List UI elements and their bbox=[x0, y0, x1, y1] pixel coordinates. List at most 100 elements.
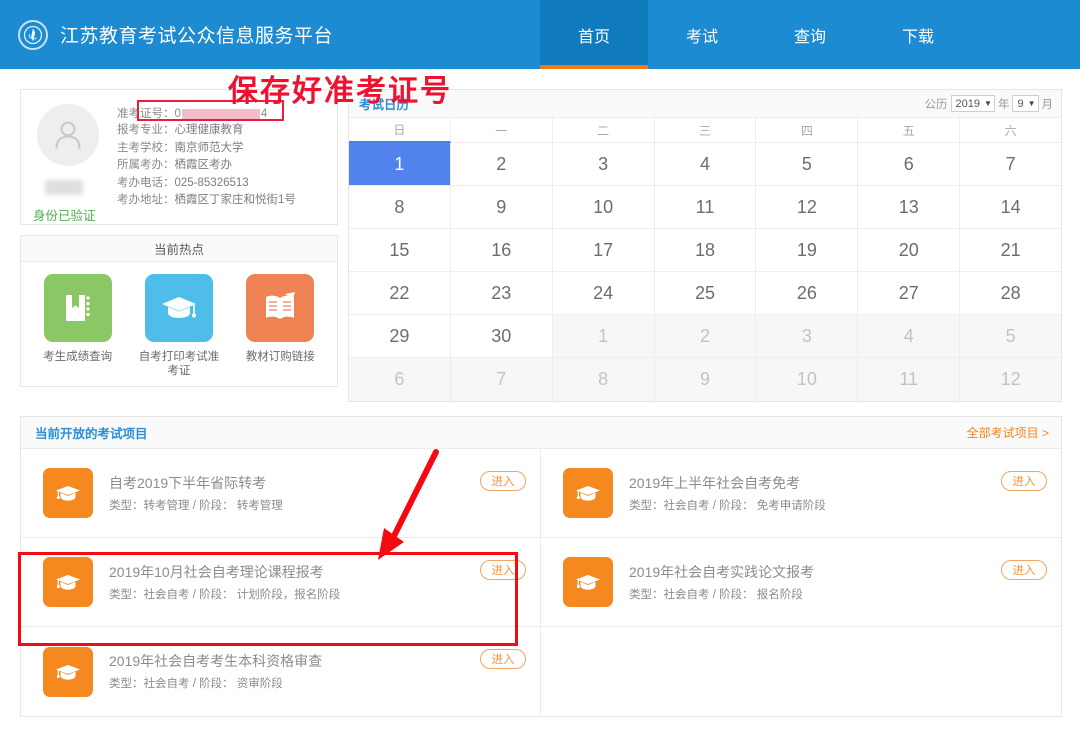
calendar-day[interactable]: 9 bbox=[450, 186, 553, 229]
calendar-day-other-month[interactable]: 7 bbox=[450, 358, 553, 401]
calendar-day[interactable]: 13 bbox=[858, 186, 961, 229]
calendar-day-other-month[interactable]: 1 bbox=[552, 315, 655, 358]
calendar-day-other-month[interactable]: 3 bbox=[756, 315, 859, 358]
month-unit-label: 月 bbox=[1041, 98, 1054, 111]
calendar-day[interactable]: 5 bbox=[756, 143, 859, 186]
calendar-day[interactable]: 12 bbox=[756, 186, 859, 229]
hot-topics-list: 考生成绩查询 自考打印考试准考证 教材订购链接 bbox=[21, 262, 337, 386]
calendar-day[interactable]: 4 bbox=[654, 143, 757, 186]
calendar-day[interactable]: 3 bbox=[552, 143, 655, 186]
hot-topic-label: 考生成绩查询 bbox=[43, 351, 113, 363]
calendar-day[interactable]: 30 bbox=[450, 315, 553, 358]
exam-calendar-card: 考试日历 公历 2019 ▼ 年 9 ▼ 月 日 一 二 三 四 五 六 1 2… bbox=[348, 89, 1062, 402]
nav-item-download[interactable]: 下载 bbox=[864, 0, 972, 69]
project-meta: 类型：社会自考 / 阶段： 资审阶段 bbox=[109, 678, 283, 690]
project-row-highlighted[interactable]: 2019年10月社会自考理论课程报考 类型：社会自考 / 阶段： 计划阶段，报名… bbox=[21, 538, 541, 627]
calendar-day[interactable]: 17 bbox=[552, 229, 655, 272]
calendar-day-other-month[interactable]: 4 bbox=[858, 315, 961, 358]
graduation-cap-icon bbox=[43, 646, 93, 697]
calendar-day[interactable]: 6 bbox=[858, 143, 961, 186]
info-value-office: 栖霞区考办 bbox=[174, 159, 233, 171]
info-value-address: 栖霞区丁家庄和悦街1号 bbox=[174, 194, 296, 206]
calendar-day[interactable]: 18 bbox=[654, 229, 757, 272]
calendar-day[interactable]: 26 bbox=[756, 272, 859, 315]
calendar-day[interactable]: 2 bbox=[450, 143, 553, 186]
enter-button[interactable]: 进入 bbox=[1001, 471, 1047, 491]
calendar-day[interactable]: 14 bbox=[960, 186, 1062, 229]
weekday-thu: 四 bbox=[756, 118, 859, 143]
calendar-week-row: 29 30 1 2 3 4 5 bbox=[349, 315, 1062, 358]
projects-header: 当前开放的考试项目 全部考试项目 > bbox=[21, 417, 1061, 449]
hot-topic-score-query[interactable]: 考生成绩查询 bbox=[27, 274, 128, 378]
calendar-day[interactable]: 23 bbox=[450, 272, 553, 315]
calendar-day[interactable]: 10 bbox=[552, 186, 655, 229]
calendar-day[interactable]: 25 bbox=[654, 272, 757, 315]
right-column: 考试日历 公历 2019 ▼ 年 9 ▼ 月 日 一 二 三 四 五 六 1 2… bbox=[348, 89, 1062, 402]
calendar-day[interactable]: 27 bbox=[858, 272, 961, 315]
calendar-day[interactable]: 7 bbox=[960, 143, 1062, 186]
calendar-day-other-month[interactable]: 6 bbox=[349, 358, 451, 401]
calendar-day-other-month[interactable]: 8 bbox=[552, 358, 655, 401]
calendar-type-label: 公历 bbox=[924, 98, 948, 111]
nav-item-home-label: 首页 bbox=[577, 28, 610, 46]
calendar-day[interactable]: 8 bbox=[349, 186, 451, 229]
nav-item-exam[interactable]: 考试 bbox=[648, 0, 756, 69]
calendar-day[interactable]: 21 bbox=[960, 229, 1062, 272]
calendar-day[interactable]: 29 bbox=[349, 315, 451, 358]
calendar-week-row: 8 9 10 11 12 13 14 bbox=[349, 186, 1062, 229]
graduation-cap-icon bbox=[563, 557, 613, 607]
project-row[interactable]: 2019年社会自考考生本科资格审查 类型：社会自考 / 阶段： 资审阶段 进入 bbox=[21, 627, 541, 716]
calendar-day[interactable]: 16 bbox=[450, 229, 553, 272]
hot-topic-label: 教材订购链接 bbox=[245, 351, 315, 363]
nav-item-home[interactable]: 首页 bbox=[540, 0, 648, 69]
year-value: 2019 bbox=[955, 97, 981, 110]
brand-title: 江苏教育考试公众信息服务平台 bbox=[60, 26, 334, 47]
graduation-cap-icon bbox=[144, 274, 213, 342]
calendar-week-row: 6 7 8 9 10 11 12 bbox=[349, 358, 1062, 401]
calendar-day-other-month[interactable]: 11 bbox=[858, 358, 961, 401]
calendar-day[interactable]: 19 bbox=[756, 229, 859, 272]
weekday-wed: 三 bbox=[654, 118, 757, 143]
month-select[interactable]: 9 ▼ bbox=[1012, 95, 1039, 112]
project-cell-empty bbox=[541, 627, 1061, 716]
projects-grid: 自考2019下半年省际转考 类型：转考管理 / 阶段： 转考管理 进入 2019… bbox=[21, 449, 1061, 716]
site-header: 江苏教育考试公众信息服务平台 首页 考试 查询 下载 bbox=[0, 0, 1080, 69]
enter-button[interactable]: 进入 bbox=[1001, 560, 1047, 580]
calendar-day-other-month[interactable]: 12 bbox=[960, 358, 1062, 401]
calendar-day[interactable]: 22 bbox=[349, 272, 451, 315]
project-row[interactable]: 2019年社会自考实践论文报考 类型：社会自考 / 阶段： 报名阶段 进入 bbox=[541, 538, 1061, 627]
project-row[interactable]: 自考2019下半年省际转考 类型：转考管理 / 阶段： 转考管理 进入 bbox=[21, 449, 541, 538]
all-projects-link[interactable]: 全部考试项目 > bbox=[967, 424, 1049, 441]
calendar-day[interactable]: 24 bbox=[552, 272, 655, 315]
project-name: 自考2019下半年省际转考 bbox=[109, 474, 267, 491]
hot-topics-title: 当前热点 bbox=[21, 236, 337, 262]
calendar-day[interactable]: 1 bbox=[349, 143, 451, 186]
calendar-day-other-month[interactable]: 5 bbox=[960, 315, 1062, 358]
calendar-day-other-month[interactable]: 10 bbox=[756, 358, 859, 401]
info-row-office: 所属考办：栖霞区考办 bbox=[117, 157, 327, 175]
info-row-school: 主考学校：南京师范大学 bbox=[117, 140, 327, 158]
calendar-day[interactable]: 15 bbox=[349, 229, 451, 272]
year-select[interactable]: 2019 ▼ bbox=[950, 95, 995, 112]
project-row[interactable]: 2019年上半年社会自考免考 类型：社会自考 / 阶段： 免考申请阶段 进入 bbox=[541, 449, 1061, 538]
month-value: 9 bbox=[1017, 97, 1024, 110]
info-value-major: 心理健康教育 bbox=[174, 124, 244, 136]
book-icon bbox=[43, 274, 112, 342]
user-name-redacted bbox=[45, 180, 83, 195]
calendar-day[interactable]: 28 bbox=[960, 272, 1062, 315]
calendar-day-other-month[interactable]: 9 bbox=[654, 358, 757, 401]
calendar-day-other-month[interactable]: 2 bbox=[654, 315, 757, 358]
calendar-week-row: 22 23 24 25 26 27 28 bbox=[349, 272, 1062, 315]
project-meta: 类型：转考管理 / 阶段： 转考管理 bbox=[109, 499, 283, 512]
enter-button[interactable]: 进入 bbox=[480, 649, 526, 669]
project-name: 2019年社会自考考生本科资格审查 bbox=[109, 653, 323, 669]
calendar-day[interactable]: 11 bbox=[654, 186, 757, 229]
hot-topic-print-admission[interactable]: 自考打印考试准考证 bbox=[128, 274, 229, 378]
info-value-phone: 025-85326513 bbox=[174, 176, 249, 189]
enter-button[interactable]: 进入 bbox=[480, 471, 526, 491]
enter-button[interactable]: 进入 bbox=[480, 560, 526, 580]
hot-topic-textbook-order[interactable]: 教材订购链接 bbox=[230, 274, 331, 378]
nav-item-query[interactable]: 查询 bbox=[756, 0, 864, 69]
calendar-day[interactable]: 20 bbox=[858, 229, 961, 272]
admission-number-suffix: 4 bbox=[260, 108, 268, 120]
